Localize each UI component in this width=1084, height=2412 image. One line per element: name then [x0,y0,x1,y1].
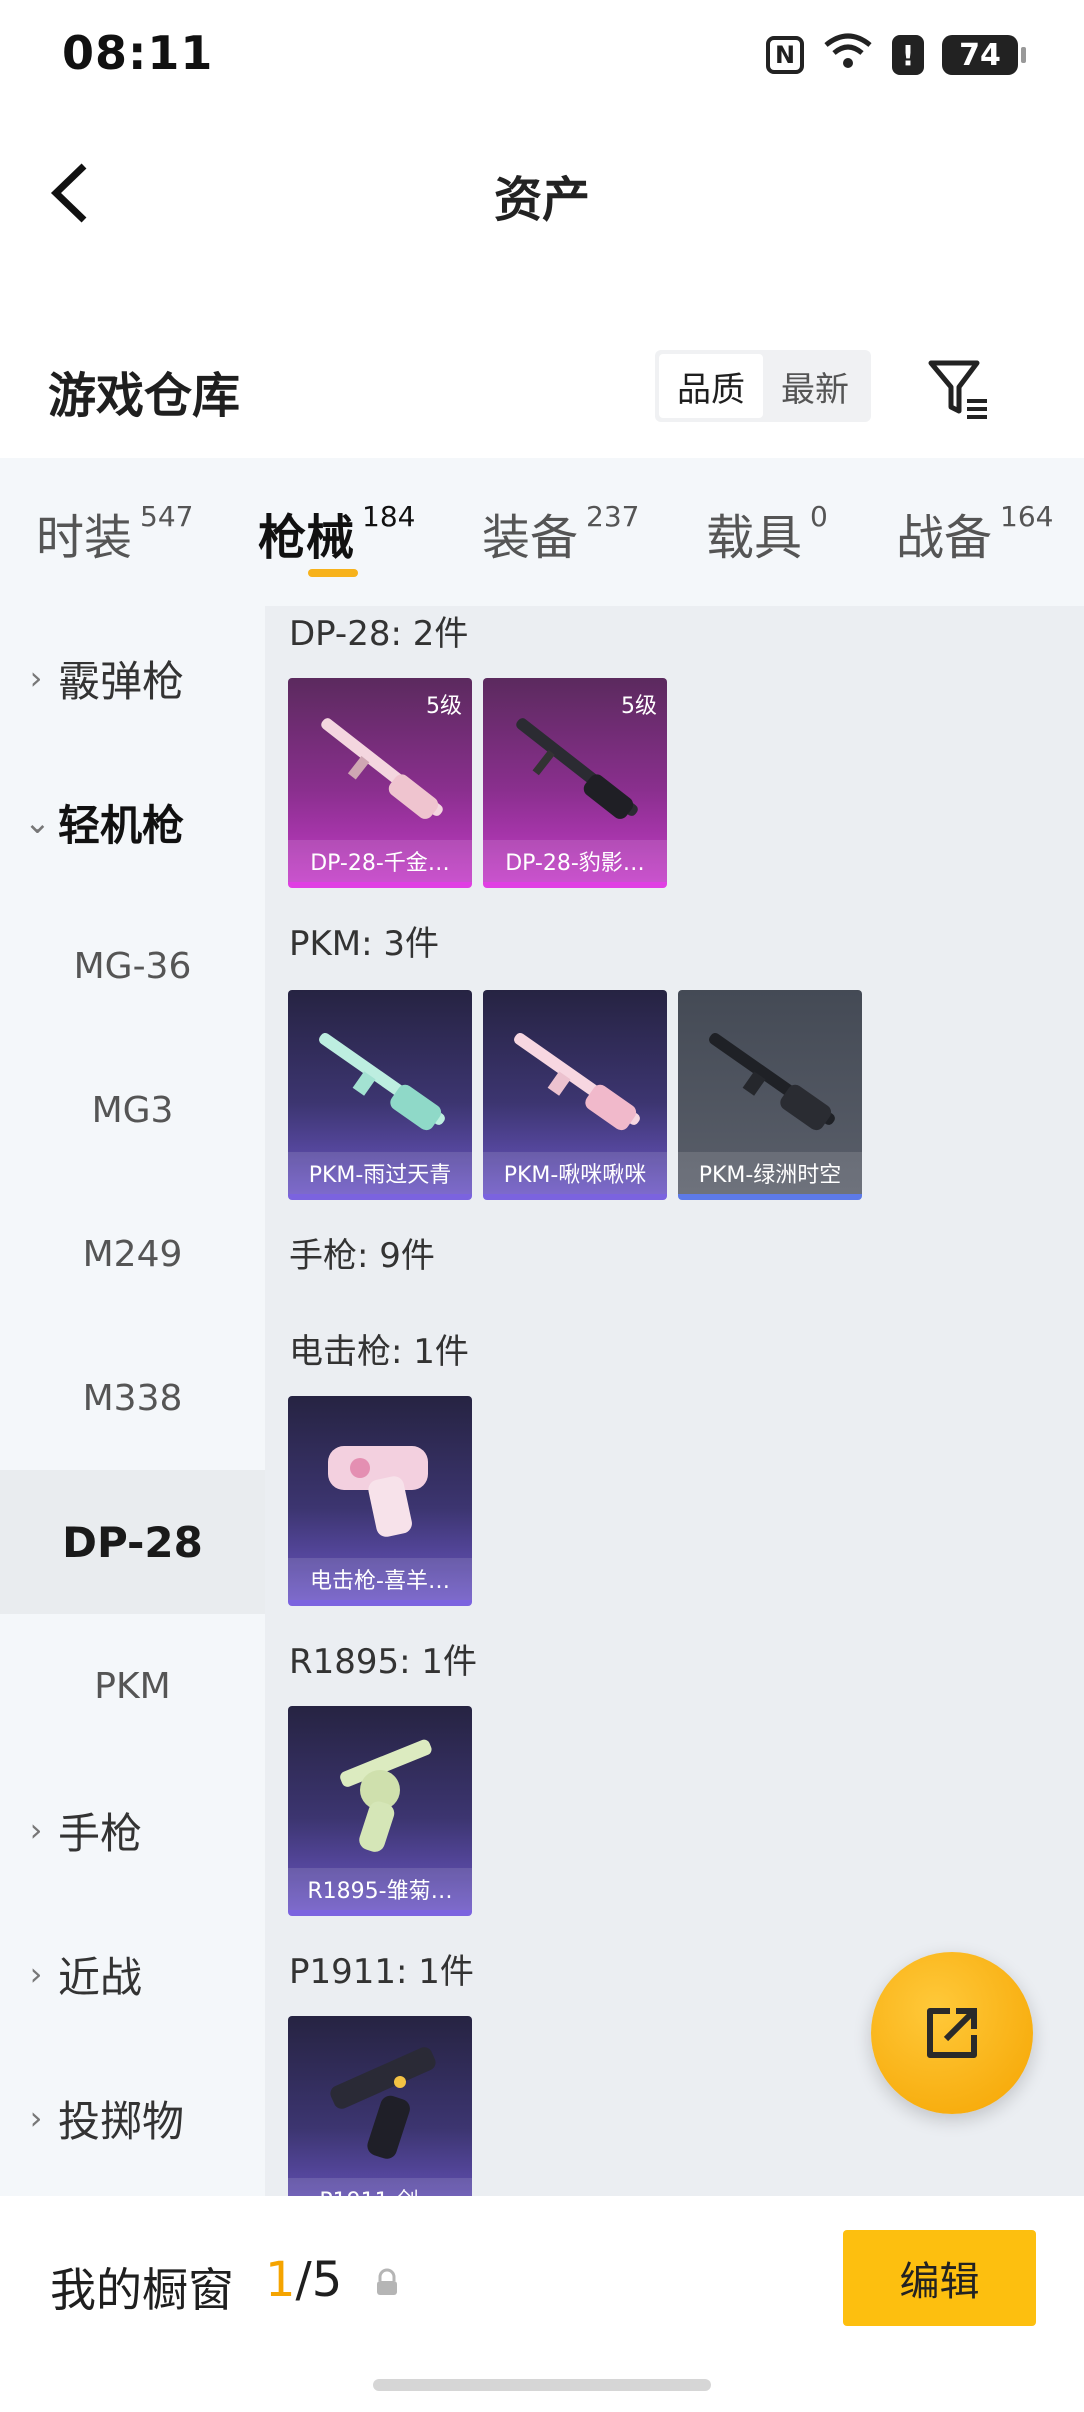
sidebar-item-label: DP-28 [62,1517,203,1567]
sidebar-item-mg36[interactable]: MG-36 [0,894,265,1038]
tab-vehicles[interactable]: 载具 0 [706,498,828,568]
category-tabs: 时装 547 枪械 184 装备 237 载具 0 战备 164 [0,458,1084,606]
page-title: 资产 [493,172,590,228]
weapon-card[interactable]: R1895-雏菊… [288,1706,472,1916]
weapon-card[interactable]: PKM-啾咪啾咪 [483,990,667,1200]
alert-icon: ! [892,35,924,75]
status-icons: N ! 74 [766,30,1026,80]
sidebar-item-label: 手枪 [58,1808,143,1858]
sidebar-item-label: M338 [82,1377,183,1419]
tab-count: 0 [810,500,828,533]
revolver-icon [340,1739,432,1852]
share-button[interactable] [871,1952,1033,2114]
filter-button[interactable] [925,355,991,421]
sidebar-item-pistol[interactable]: › 手枪 [0,1758,265,1902]
sidebar-item-label: MG-36 [73,945,192,987]
sort-latest-option[interactable]: 最新 [763,354,867,418]
weapon-name: DP-28-千金… [288,840,472,882]
tab-tactical[interactable]: 战备 164 [896,498,1053,568]
weapon-name: R1895-雏菊… [288,1868,472,1910]
status-time: 08:11 [62,26,214,80]
weapon-name: DP-28-豹影… [483,840,667,882]
tab-label: 枪械 [258,510,355,566]
weapon-name: PKM-绿洲时空 [678,1152,862,1194]
weapon-card[interactable]: PKM-雨过天青 [288,990,472,1200]
tab-fashion[interactable]: 时装 547 [36,498,193,568]
tab-label: 装备 [482,510,579,566]
showcase-count: 1/5 [265,2252,342,2308]
sidebar-item-dp28[interactable]: DP-28 [0,1470,265,1614]
rifle-icon [709,1032,835,1131]
weapon-card[interactable]: 电击枪-喜羊… [288,1396,472,1606]
tab-label: 载具 [706,510,803,566]
share-icon [927,2008,977,2058]
chevron-right-icon: › [29,2099,43,2137]
showcase-current: 1 [265,2252,296,2308]
showcase-total: /5 [295,2252,343,2308]
group-title: 手枪: 9件 [289,1236,435,1276]
sidebar-item-label: PKM [94,1665,171,1707]
tab-count: 237 [586,500,640,533]
weapon-card[interactable]: 5级 DP-28-千金… [288,678,472,888]
weapon-name: PKM-雨过天青 [288,1152,472,1194]
showcase-label: 我的橱窗 [50,2263,234,2317]
weapon-card[interactable]: P1911-剑… [288,2016,472,2196]
weapon-card[interactable]: PKM-绿洲时空 [678,990,862,1200]
weapon-name: P1911-剑… [288,2178,472,2196]
weapon-type-sidebar: › 霰弹枪 ⌄ 轻机枪 MG-36 MG3 M249 M338 DP-28 PK… [0,606,265,2196]
weapon-name: PKM-啾咪啾咪 [483,1152,667,1194]
tab-equipment[interactable]: 装备 237 [482,498,639,568]
tab-count: 184 [362,500,416,533]
pistol-icon [328,1446,428,1537]
chevron-right-icon: › [29,1811,43,1849]
sidebar-item-shotgun[interactable]: › 霰弹枪 [0,606,265,750]
group-title: DP-28: 2件 [289,614,469,654]
wifi-icon [822,31,874,80]
lock-icon [377,2268,397,2295]
section-title: 游戏仓库 [48,368,241,424]
sort-toggle: 品质 最新 [655,350,871,422]
rifle-icon [514,1032,640,1131]
sidebar-item-label: MG3 [91,1089,174,1131]
group-title: P1911: 1件 [289,1952,474,1992]
tab-count: 547 [140,500,194,533]
edit-button[interactable]: 编辑 [843,2230,1036,2326]
chevron-right-icon: › [29,1955,43,1993]
sort-quality-option[interactable]: 品质 [659,354,763,418]
tab-count: 164 [1000,500,1054,533]
group-title: R1895: 1件 [289,1642,478,1682]
sidebar-item-label: 投掷物 [58,2096,185,2146]
sidebar-item-label: 近战 [58,1952,143,2002]
filter-icon [928,360,987,419]
sidebar-item-label: M249 [82,1233,183,1275]
pistol-icon [330,2047,436,2159]
chevron-right-icon: › [29,659,43,697]
sidebar-item-pkm[interactable]: PKM [0,1614,265,1758]
sidebar-item-mg3[interactable]: MG3 [0,1038,265,1182]
home-indicator[interactable] [373,2379,711,2391]
nfc-icon: N [766,36,804,74]
active-tab-indicator [308,569,358,577]
sidebar-item-melee[interactable]: › 近战 [0,1902,265,2046]
tab-label: 战备 [896,510,993,566]
sidebar-item-label: 霰弹枪 [58,656,185,706]
weapon-name: 电击枪-喜羊… [288,1558,472,1600]
group-title: 电击枪: 1件 [289,1332,469,1372]
rifle-icon [516,718,638,819]
chevron-down-icon: ⌄ [24,803,51,841]
tab-label: 时装 [36,510,133,566]
sidebar-item-throwable[interactable]: › 投掷物 [0,2046,265,2190]
rifle-icon [319,1032,445,1131]
sidebar-item-label: 轻机枪 [58,800,185,850]
weapon-card[interactable]: 5级 DP-28-豹影… [483,678,667,888]
sidebar-item-m338[interactable]: M338 [0,1326,265,1470]
sidebar-item-m249[interactable]: M249 [0,1182,265,1326]
group-title: PKM: 3件 [289,924,440,964]
sidebar-item-lmg[interactable]: ⌄ 轻机枪 [0,750,265,894]
rifle-icon [321,718,443,819]
battery-icon: 74 [942,35,1026,75]
tab-firearms[interactable]: 枪械 184 [258,498,415,568]
